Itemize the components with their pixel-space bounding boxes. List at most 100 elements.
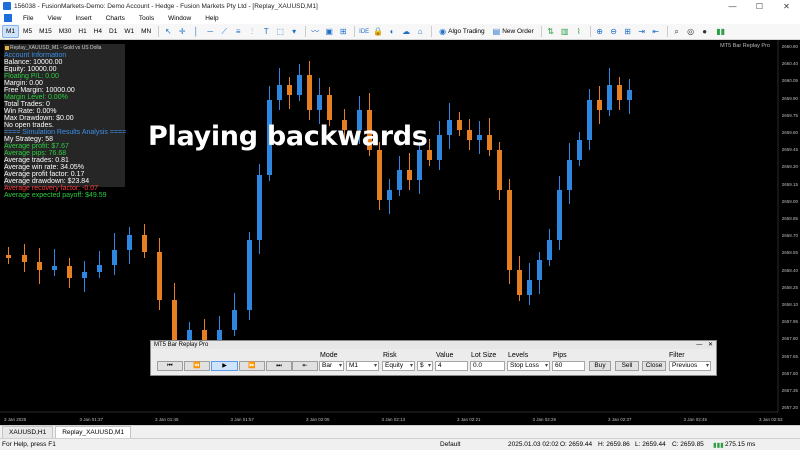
- candle-body: [327, 95, 332, 120]
- channel-icon[interactable]: ≡: [232, 26, 244, 38]
- info-row: ==== Simulation Results Analysis ====: [4, 129, 127, 136]
- tile-windows-icon[interactable]: ⊞: [622, 26, 634, 38]
- pips-input[interactable]: 60: [552, 361, 585, 371]
- step-back-button[interactable]: ⏪: [184, 361, 210, 371]
- depth-of-market-icon[interactable]: ⇅: [545, 26, 557, 38]
- candle-body: [112, 250, 117, 265]
- candle-body: [387, 190, 392, 200]
- menu-window[interactable]: Window: [161, 15, 198, 22]
- status-low: L: 2659.44: [635, 441, 666, 448]
- sell-button[interactable]: Sell: [615, 361, 639, 371]
- jump-end-button[interactable]: ⏭: [266, 361, 292, 371]
- panel-minimize-icon[interactable]: —: [696, 342, 702, 348]
- tab-replay-xauusd-m1[interactable]: Replay_XAUUSD,M1: [55, 426, 131, 438]
- candle-body: [22, 255, 27, 262]
- lot-size-input[interactable]: 0.0: [470, 361, 505, 371]
- new-order-button[interactable]: ▤ New Order: [493, 27, 534, 36]
- menu-insert[interactable]: Insert: [68, 15, 98, 22]
- timeframe-m1[interactable]: M1: [2, 25, 20, 38]
- lock-icon[interactable]: 🔒: [372, 26, 384, 38]
- timeframe-m5[interactable]: M5: [20, 26, 35, 37]
- minimize-button[interactable]: —: [719, 2, 746, 11]
- fibonacci-icon[interactable]: ⫶: [246, 26, 258, 38]
- ide-icon[interactable]: IDE: [358, 26, 370, 38]
- close-window-button[interactable]: ✕: [773, 2, 800, 11]
- bar-chart-icon[interactable]: ▥: [559, 26, 571, 38]
- price-tick: 2659.75: [781, 112, 798, 118]
- objects-dropdown-icon[interactable]: ▾: [288, 26, 300, 38]
- mode-select[interactable]: Bar: [319, 361, 344, 371]
- menu-charts[interactable]: Charts: [99, 15, 132, 22]
- price-chart[interactable]: Replay_XAUUSD_M1 - Gold vs US Dolla Acco…: [0, 40, 800, 425]
- info-row: Average profit: $7.67: [4, 143, 69, 150]
- scroll-chart-icon[interactable]: ⇥: [636, 26, 648, 38]
- toolbar: M1 M5 M15 M30 H1 H4 D1 W1 MN ↖ ✛ │ ─ ⟋ ≡…: [0, 24, 800, 40]
- candle-body: [487, 135, 492, 150]
- levels-select[interactable]: Stop Loss: [507, 361, 550, 371]
- info-row: Total Trades: 0: [4, 101, 50, 108]
- buy-button[interactable]: Buy: [589, 361, 611, 371]
- price-tick: 2658.25: [781, 284, 798, 290]
- panel-close-icon[interactable]: ✕: [708, 342, 713, 348]
- shapes-icon[interactable]: ⬚: [274, 26, 286, 38]
- price-tick: 2658.70: [781, 233, 798, 239]
- timeframe-w1[interactable]: W1: [121, 26, 137, 37]
- algo-trading-button[interactable]: ◉ Algo Trading: [439, 27, 484, 36]
- horizontal-line-icon[interactable]: ─: [204, 26, 216, 38]
- market-icon[interactable]: ◐: [386, 26, 398, 38]
- timeframe-mn[interactable]: MN: [138, 26, 154, 37]
- step-forward-button[interactable]: ⏩: [239, 361, 265, 371]
- play-button[interactable]: ▶: [211, 361, 238, 371]
- value-input[interactable]: 4: [435, 361, 468, 371]
- text-icon[interactable]: T: [260, 26, 272, 38]
- account-icon[interactable]: ●: [699, 26, 711, 38]
- toolbar-separator: [158, 26, 160, 37]
- menu-tools[interactable]: Tools: [132, 15, 161, 22]
- candle-body: [527, 280, 532, 295]
- vertical-line-icon[interactable]: │: [190, 26, 202, 38]
- templates-icon[interactable]: ⊞: [337, 26, 349, 38]
- community-icon[interactable]: ◎: [685, 26, 697, 38]
- risk-select[interactable]: Equity: [382, 361, 415, 371]
- timeframe-m15[interactable]: M15: [36, 26, 55, 37]
- timeframe-h4[interactable]: H4: [91, 26, 105, 37]
- menu-view[interactable]: View: [40, 15, 68, 22]
- price-axis[interactable]: 2660.80 2660.40 2660.05 2659.90 2659.75 2659.…: [778, 40, 800, 425]
- trendline-icon[interactable]: ⟋: [218, 26, 230, 38]
- line-chart-icon[interactable]: ⌇: [573, 26, 585, 38]
- menu-help[interactable]: Help: [198, 15, 225, 22]
- lot-size-label: Lot Size: [471, 352, 497, 359]
- candle-body: [627, 90, 632, 100]
- timeframe-m30[interactable]: M30: [56, 26, 75, 37]
- cursor-icon[interactable]: ↖: [162, 26, 174, 38]
- zoom-out-icon[interactable]: ⊖: [608, 26, 620, 38]
- crosshair-icon[interactable]: ✛: [176, 26, 188, 38]
- price-tick: 2657.50: [781, 370, 798, 376]
- menu-file[interactable]: File: [16, 15, 40, 22]
- candle-body: [307, 75, 312, 110]
- info-row: Average expected payoff: $49.59: [4, 192, 107, 199]
- maximize-button[interactable]: ☐: [746, 2, 773, 11]
- timeframe-d1[interactable]: D1: [106, 26, 120, 37]
- jump-start-button[interactable]: ⏮: [157, 361, 183, 371]
- chart-type-icon[interactable]: 〰: [309, 26, 321, 38]
- filter-select[interactable]: Previuos: [669, 361, 711, 371]
- time-tick: 3 Jan 02:05: [306, 417, 330, 422]
- candle-body: [427, 150, 432, 160]
- app-menu-icon[interactable]: [4, 14, 12, 22]
- signals-icon[interactable]: ☁: [400, 26, 412, 38]
- candle-body: [417, 150, 422, 180]
- chart-shift-icon[interactable]: ⇤: [650, 26, 662, 38]
- indicators-icon[interactable]: ▣: [323, 26, 335, 38]
- timeframe-h1[interactable]: H1: [75, 26, 89, 37]
- close-position-button[interactable]: Close: [642, 361, 666, 371]
- zoom-in-icon[interactable]: ⊕: [594, 26, 606, 38]
- vps-icon[interactable]: ⌂: [414, 26, 426, 38]
- search-icon[interactable]: ⌕: [671, 26, 683, 38]
- candle-body: [577, 140, 582, 160]
- tab-xauusd-h1[interactable]: XAUUSD,H1: [2, 426, 54, 438]
- timeframe-select[interactable]: M1: [346, 361, 379, 371]
- status-profile[interactable]: Default: [440, 441, 461, 448]
- currency-select[interactable]: $: [417, 361, 433, 371]
- return-to-live-button[interactable]: ⇤: [292, 361, 318, 371]
